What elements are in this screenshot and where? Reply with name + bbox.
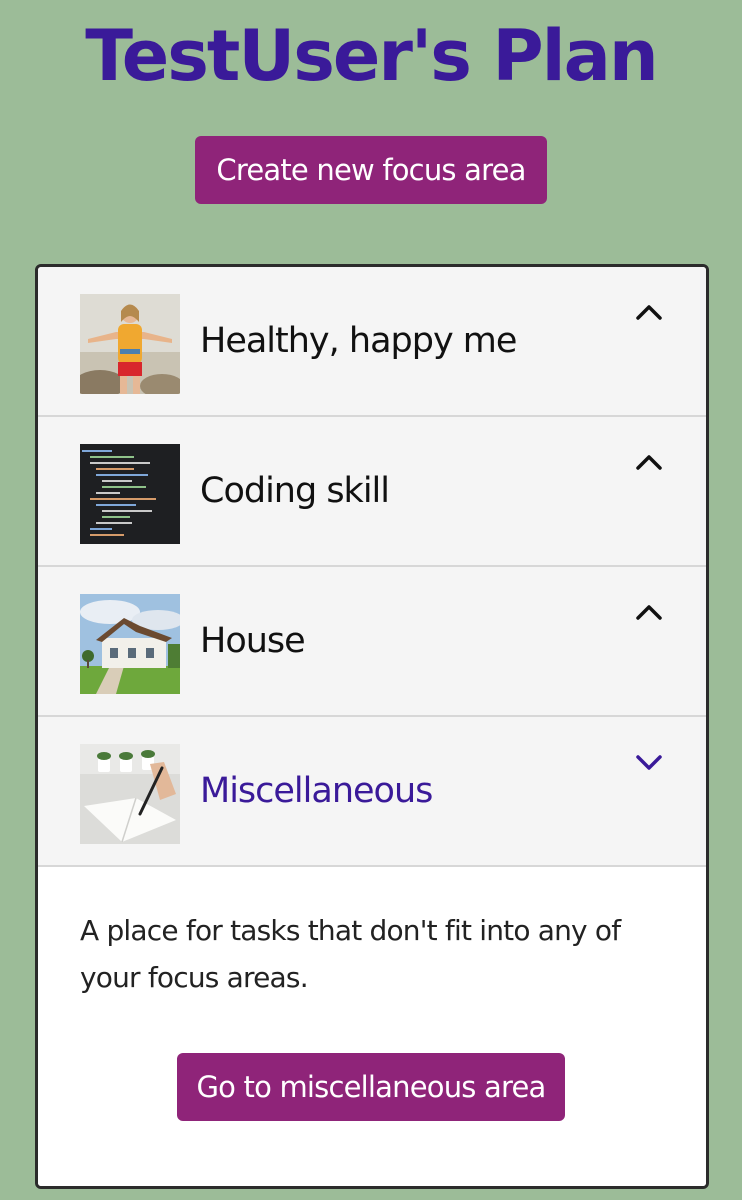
- accordion-label: Coding skill: [200, 471, 390, 511]
- accordion-panel-miscellaneous: A place for tasks that don't fit into an…: [38, 867, 706, 1186]
- code-editor-thumbnail: [80, 444, 180, 544]
- accordion-item-miscellaneous[interactable]: Miscellaneous: [38, 717, 706, 867]
- house-thumbnail: [80, 594, 180, 694]
- hiker-thumbnail: [80, 294, 180, 394]
- page-title: TestUser's Plan: [85, 15, 658, 97]
- panel-description: A place for tasks that don't fit into an…: [80, 914, 621, 994]
- accordion-label: House: [200, 621, 306, 661]
- chevron-up-icon[interactable]: [634, 447, 664, 477]
- accordion-label-active: Miscellaneous: [200, 771, 433, 811]
- notebook-thumbnail: [80, 744, 180, 844]
- accordion-label: Healthy, happy me: [200, 321, 517, 361]
- chevron-up-icon[interactable]: [634, 597, 664, 627]
- create-focus-area-button[interactable]: Create new focus area: [195, 136, 547, 204]
- chevron-down-icon[interactable]: [634, 747, 664, 777]
- accordion-item-healthy[interactable]: Healthy, happy me: [38, 267, 706, 417]
- focus-area-accordion: Healthy, happy me Coding skill House Mis…: [35, 264, 709, 1189]
- accordion-item-house[interactable]: House: [38, 567, 706, 717]
- go-to-miscellaneous-button[interactable]: Go to miscellaneous area: [177, 1053, 565, 1121]
- accordion-item-coding[interactable]: Coding skill: [38, 417, 706, 567]
- chevron-up-icon[interactable]: [634, 297, 664, 327]
